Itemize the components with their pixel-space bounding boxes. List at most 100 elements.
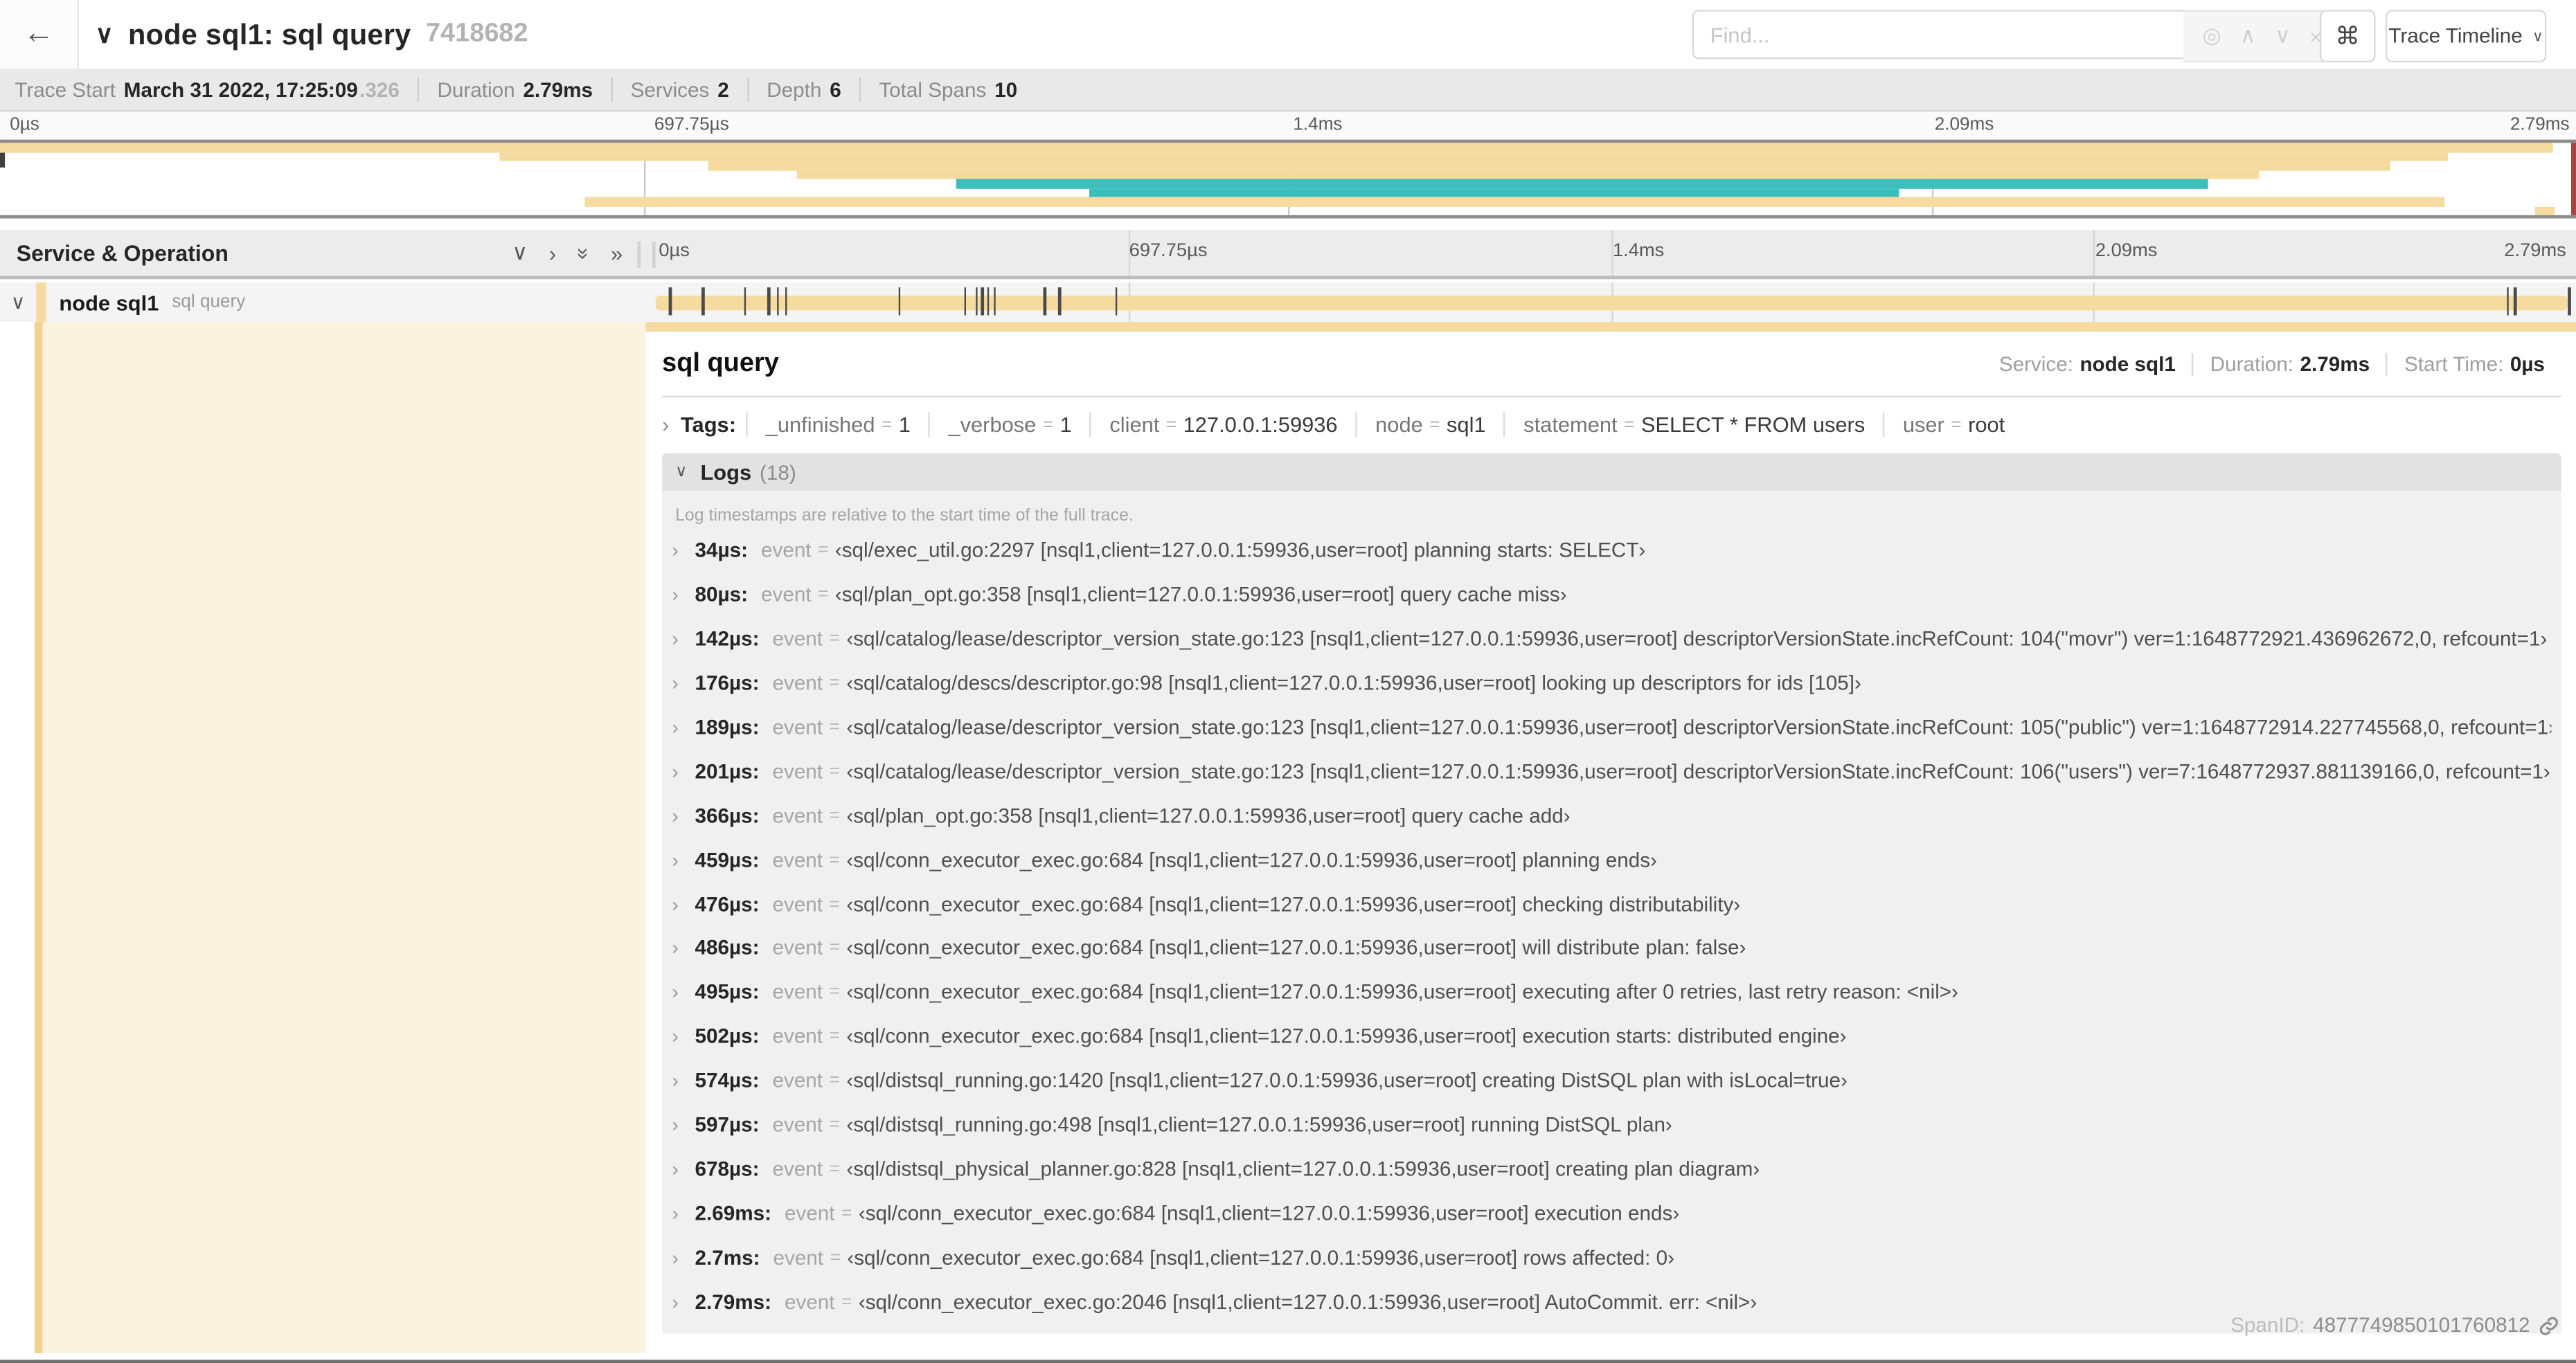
log-entry[interactable]: › 176µs: event = ‹sql/catalog/descs/desc…: [672, 661, 2551, 705]
log-equals: =: [829, 1027, 840, 1047]
expand-one-icon[interactable]: ›: [549, 241, 556, 266]
back-arrow-icon: ←: [23, 16, 55, 51]
logs-header[interactable]: ∨ Logs (18): [662, 453, 2561, 491]
log-field-key: event: [772, 671, 823, 695]
log-timestamp: 459µs:: [695, 848, 760, 872]
summary-services: Services 2: [611, 77, 747, 102]
log-marker-tick[interactable]: [2514, 287, 2517, 316]
log-entry[interactable]: › 2.69ms: event = ‹sql/conn_executor_exe…: [672, 1191, 2551, 1236]
log-chevron-icon[interactable]: ›: [672, 1069, 695, 1092]
span-duration-bar[interactable]: [655, 294, 2568, 310]
log-chevron-icon[interactable]: ›: [672, 716, 695, 739]
ruler-tick: 2.79ms: [2504, 241, 2566, 262]
log-entry[interactable]: › 459µs: event = ‹sql/conn_executor_exec…: [672, 838, 2551, 883]
log-marker-tick[interactable]: [767, 287, 770, 316]
log-entry[interactable]: › 597µs: event = ‹sql/distsql_running.go…: [672, 1103, 2551, 1147]
log-chevron-icon[interactable]: ›: [672, 1290, 695, 1313]
find-input[interactable]: [1692, 10, 2183, 60]
log-marker-tick[interactable]: [987, 287, 990, 316]
span-row[interactable]: ∨ node sql1 sql query: [0, 282, 2576, 322]
log-marker-tick[interactable]: [701, 287, 704, 316]
log-entry[interactable]: › 80µs: event = ‹sql/plan_opt.go:358 [ns…: [672, 573, 2551, 617]
log-marker-tick[interactable]: [2568, 287, 2571, 316]
log-entry[interactable]: › 486µs: event = ‹sql/conn_executor_exec…: [672, 926, 2551, 971]
log-field-key: event: [760, 539, 812, 563]
log-field-value: ‹sql/conn_executor_exec.go:684 [nsql1,cl…: [846, 1024, 1847, 1049]
log-chevron-icon[interactable]: ›: [672, 1157, 695, 1180]
logs-collapse-chevron-icon[interactable]: ∨: [675, 463, 687, 481]
log-entry[interactable]: › 366µs: event = ‹sql/plan_opt.go:358 [n…: [672, 794, 2551, 838]
log-chevron-icon[interactable]: ›: [672, 760, 695, 783]
locate-icon[interactable]: ◎: [2202, 23, 2221, 49]
log-entry[interactable]: › 201µs: event = ‹sql/catalog/lease/desc…: [672, 750, 2551, 794]
log-chevron-icon[interactable]: ›: [672, 981, 695, 1004]
log-equals: =: [829, 717, 840, 738]
span-name-cell[interactable]: ∨ node sql1 sql query: [0, 282, 645, 322]
summary-depth: Depth 6: [746, 77, 859, 102]
back-button[interactable]: ←: [0, 0, 79, 69]
log-entry[interactable]: › 574µs: event = ‹sql/distsql_running.go…: [672, 1058, 2551, 1103]
log-equals: =: [829, 673, 840, 694]
log-chevron-icon[interactable]: ›: [672, 1025, 695, 1048]
log-field-key: event: [772, 1157, 823, 1181]
timeline-minimap[interactable]: [0, 139, 2576, 219]
collapse-trace-chevron-icon[interactable]: ∨: [96, 19, 114, 49]
log-chevron-icon[interactable]: ›: [672, 539, 695, 562]
span-bar-cell[interactable]: [645, 282, 2576, 322]
log-chevron-icon[interactable]: ›: [672, 804, 695, 827]
log-marker-tick[interactable]: [1114, 287, 1118, 316]
log-marker-tick[interactable]: [785, 287, 787, 316]
log-entry[interactable]: › 476µs: event = ‹sql/conn_executor_exec…: [672, 882, 2551, 926]
minimap-tick: 0µs: [10, 115, 39, 135]
page-header: ← ∨ node sql1: sql query 7418682 ◎ ∧ ∨ ×…: [0, 0, 2576, 71]
tags-row[interactable]: › Tags: _unfinished = 1 _verbose = 1 cli…: [662, 412, 2561, 437]
tags-chevron-icon[interactable]: ›: [662, 412, 669, 437]
log-entry[interactable]: › 189µs: event = ‹sql/catalog/lease/desc…: [672, 705, 2551, 750]
log-timestamp: 142µs:: [695, 627, 760, 651]
log-chevron-icon[interactable]: ›: [672, 1114, 695, 1137]
log-timestamp: 2.69ms:: [695, 1202, 772, 1225]
log-entry[interactable]: › 502µs: event = ‹sql/conn_executor_exec…: [672, 1015, 2551, 1059]
log-chevron-icon[interactable]: ›: [672, 849, 695, 872]
find-prev-icon[interactable]: ∧: [2240, 23, 2256, 49]
log-marker-tick[interactable]: [776, 287, 780, 316]
log-equals: =: [829, 982, 840, 1003]
log-entry[interactable]: › 34µs: event = ‹sql/exec_util.go:2297 […: [672, 529, 2551, 573]
log-marker-tick[interactable]: [898, 287, 902, 316]
shortcuts-button[interactable]: ⌘: [2319, 10, 2376, 63]
log-timestamp: 502µs:: [695, 1024, 760, 1049]
log-chevron-icon[interactable]: ›: [672, 1246, 695, 1269]
log-entry[interactable]: › 678µs: event = ‹sql/distsql_physical_p…: [672, 1147, 2551, 1191]
collapse-all-icon[interactable]: »: [571, 247, 596, 259]
log-entry[interactable]: › 495µs: event = ‹sql/conn_executor_exec…: [672, 971, 2551, 1015]
log-equals: =: [841, 1203, 852, 1223]
log-timestamp: 366µs:: [695, 804, 760, 828]
log-chevron-icon[interactable]: ›: [672, 584, 695, 606]
log-marker-tick[interactable]: [964, 287, 967, 316]
log-chevron-icon[interactable]: ›: [672, 672, 695, 695]
log-marker-tick[interactable]: [744, 287, 747, 316]
trace-view-select[interactable]: Trace Timeline ∨: [2385, 10, 2547, 63]
log-chevron-icon[interactable]: ›: [672, 893, 695, 916]
find-next-icon[interactable]: ∨: [2275, 23, 2291, 49]
expand-all-icon[interactable]: »: [611, 241, 623, 266]
detail-meta: Service: node sql1 Duration: 2.79ms Star…: [1983, 353, 2561, 377]
command-icon: ⌘: [2335, 23, 2361, 51]
log-marker-tick[interactable]: [981, 287, 984, 316]
log-marker-tick[interactable]: [2506, 287, 2510, 316]
log-entry[interactable]: › 142µs: event = ‹sql/catalog/lease/desc…: [672, 617, 2551, 662]
deep-link-icon[interactable]: [2538, 1315, 2559, 1336]
span-collapse-chevron-icon[interactable]: ∨: [0, 291, 36, 314]
log-marker-tick[interactable]: [668, 287, 672, 316]
log-chevron-icon[interactable]: ›: [672, 937, 695, 959]
log-marker-tick[interactable]: [1043, 287, 1046, 316]
select-caret-icon: ∨: [2532, 27, 2543, 44]
log-chevron-icon[interactable]: ›: [672, 1202, 695, 1225]
log-marker-tick[interactable]: [993, 287, 996, 316]
collapse-one-icon[interactable]: ∨: [512, 240, 528, 266]
log-equals: =: [829, 629, 840, 649]
log-chevron-icon[interactable]: ›: [672, 628, 695, 651]
log-marker-tick[interactable]: [976, 287, 978, 316]
log-marker-tick[interactable]: [1058, 287, 1062, 316]
log-entry[interactable]: › 2.7ms: event = ‹sql/conn_executor_exec…: [672, 1236, 2551, 1280]
